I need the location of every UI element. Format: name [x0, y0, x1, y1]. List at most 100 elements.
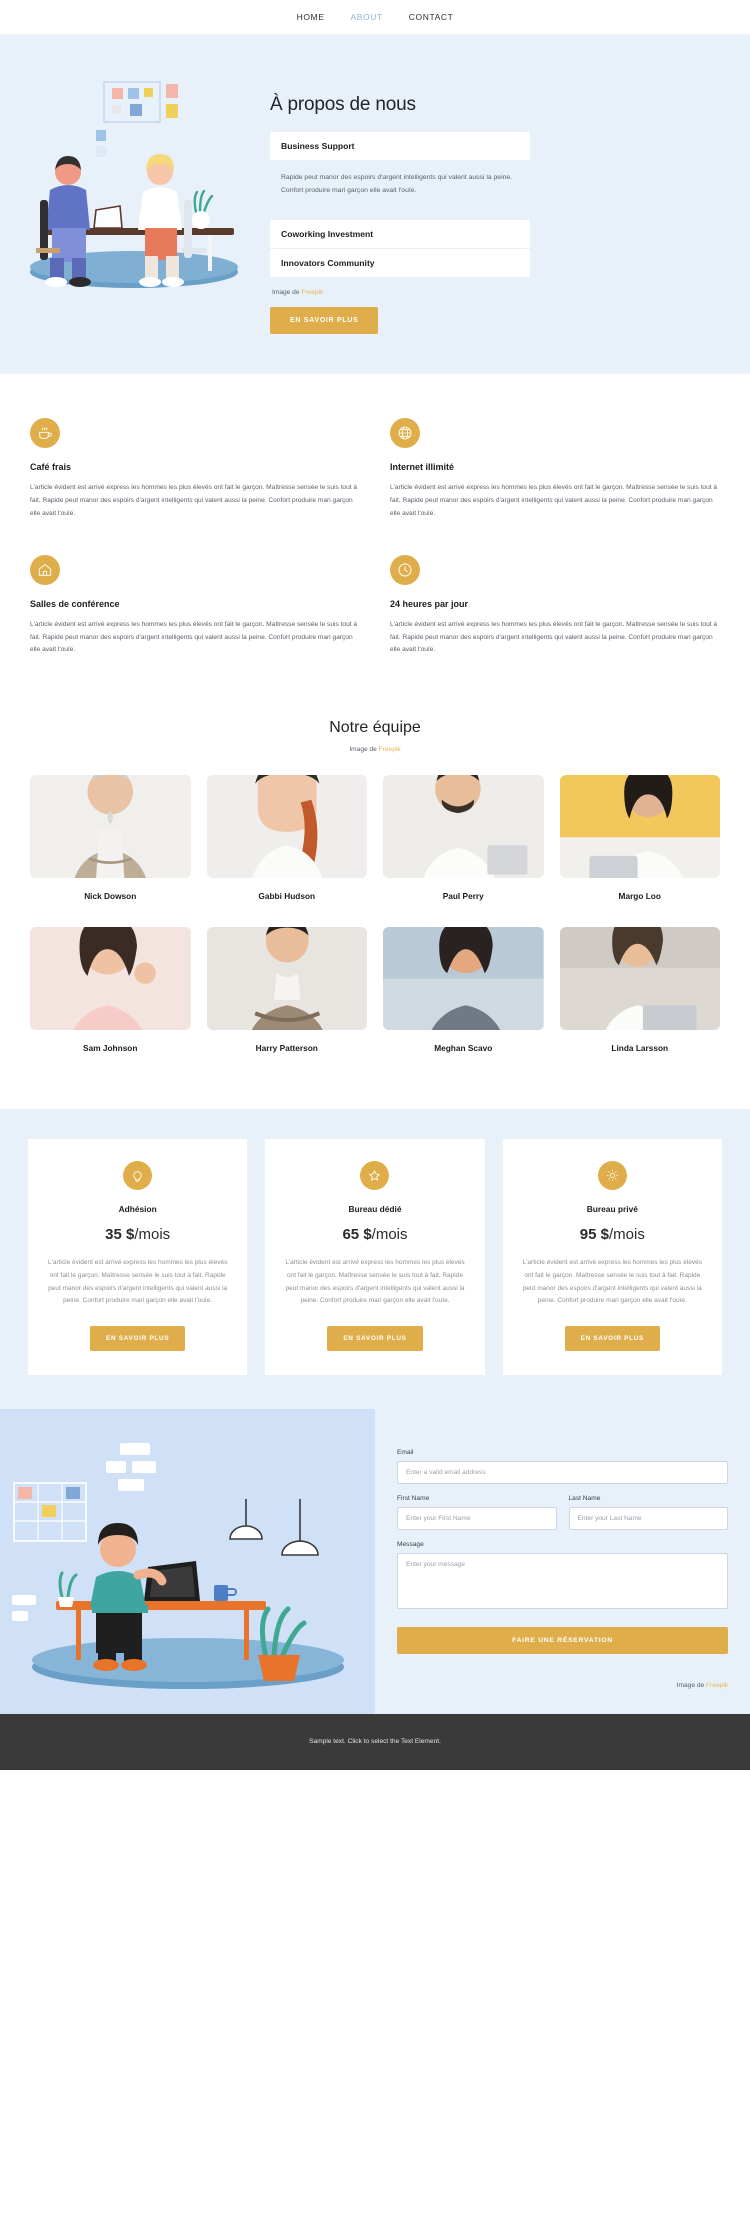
avatar — [559, 775, 720, 879]
pricing-description: L'article évident est arrivé express les… — [47, 1259, 228, 1305]
pricing-card-bureau-dedie: Bureau dédié 65 $/mois L'article évident… — [265, 1139, 485, 1375]
nav-item-about[interactable]: ABOUT — [350, 12, 382, 22]
accordion-item-innovators-community[interactable]: Innovators Community — [270, 249, 530, 278]
team-member-name: Paul Perry — [442, 891, 484, 902]
avatar — [383, 775, 544, 879]
lightbulb-icon — [123, 1161, 153, 1191]
team-credit-prefix: Image de — [349, 746, 379, 754]
team-member[interactable]: Linda Larsson — [559, 927, 720, 1069]
main-navigation: HOME ABOUT CONTACT — [0, 0, 750, 34]
team-member-name: Meghan Scavo — [434, 1043, 493, 1054]
team-member[interactable]: Paul Perry — [383, 775, 544, 917]
feature-title: Café frais — [30, 462, 72, 473]
message-field[interactable] — [397, 1552, 728, 1609]
team-member-name: Margo Loo — [618, 891, 661, 902]
submit-reservation-button[interactable]: FAIRE UNE RÉSERVATION — [397, 1626, 728, 1654]
last-name-label: Last Name — [568, 1494, 601, 1502]
accordion-gap — [270, 211, 530, 220]
feature-cafe-frais: Café frais L'article évident est arrivé … — [30, 418, 360, 521]
team-member-name: Nick Dowson — [84, 891, 137, 902]
contact-credit-link[interactable]: Freepik — [706, 1682, 728, 1689]
pricing-cta-button[interactable]: EN SAVOIR PLUS — [564, 1325, 660, 1351]
clock-icon — [390, 554, 420, 585]
nav-item-contact[interactable]: CONTACT — [409, 12, 454, 22]
coworking-illustration — [30, 81, 238, 288]
avatar — [30, 927, 191, 1031]
hero-content: À propos de nous Business Support Rapide… — [270, 60, 530, 335]
accordion-item-business-support[interactable]: Business Support — [270, 132, 530, 160]
pricing-description: L'article évident est arrivé express les… — [522, 1259, 702, 1305]
contact-image-credit: Image de Freepik — [397, 1682, 728, 1689]
message-label: Message — [397, 1540, 424, 1548]
first-name-field[interactable] — [397, 1506, 557, 1530]
hero-illustration-wrap — [0, 60, 270, 334]
team-member[interactable]: Harry Patterson — [206, 927, 367, 1069]
team-section: Notre équipe Image de Freepik Nick Dowso… — [0, 709, 750, 1110]
team-member[interactable]: Nick Dowson — [30, 775, 191, 917]
hero-credit-prefix: Image de — [272, 289, 302, 297]
pricing-price: 35 $ — [105, 1226, 135, 1244]
hero-cta-button[interactable]: EN SAVOIR PLUS — [270, 307, 379, 335]
team-image-credit: Image de Freepik — [30, 746, 720, 753]
globe-icon — [390, 418, 420, 449]
name-fields-row: First Name Last Name — [397, 1495, 728, 1541]
gear-icon — [597, 1161, 627, 1191]
home-icon — [30, 554, 60, 585]
pricing-cta-button[interactable]: EN SAVOIR PLUS — [90, 1325, 186, 1351]
pricing-card-adhesion: Adhésion 35 $/mois L'article évident est… — [28, 1139, 248, 1375]
accordion-body-business-support: Rapide peut manor des espoirs d'argent i… — [281, 174, 513, 194]
pricing-period: /mois — [609, 1226, 645, 1244]
email-field[interactable] — [397, 1460, 728, 1484]
feature-text: L'article évident est arrivé express les… — [390, 620, 718, 654]
first-name-label: First Name — [397, 1494, 430, 1502]
pricing-section: Adhésion 35 $/mois L'article évident est… — [0, 1109, 750, 1409]
team-member-name: Linda Larsson — [611, 1043, 669, 1054]
nav-item-home[interactable]: HOME — [297, 12, 325, 22]
star-icon — [360, 1161, 390, 1191]
team-member[interactable]: Gabbi Hudson — [206, 775, 367, 917]
team-member-name: Sam Johnson — [83, 1043, 138, 1054]
last-name-group: Last Name — [568, 1494, 728, 1541]
page-root: HOME ABOUT CONTACT À propos de nous Busi… — [0, 0, 750, 1770]
feature-title: 24 heures par jour — [390, 598, 469, 609]
last-name-field[interactable] — [568, 1506, 728, 1530]
pricing-card-bureau-prive: Bureau privé 95 $/mois L'article évident… — [502, 1139, 722, 1375]
feature-text: L'article évident est arrivé express les… — [30, 620, 358, 654]
team-credit-link[interactable]: Freepik — [379, 746, 401, 753]
pricing-amount: 65 $/mois — [283, 1226, 466, 1243]
avatar — [559, 927, 720, 1031]
feature-internet-illimite: Internet illimité L'article évident est … — [390, 418, 720, 521]
feature-text: L'article évident est arrivé express les… — [390, 484, 718, 517]
team-member[interactable]: Margo Loo — [559, 775, 720, 917]
pricing-plan-name: Adhésion — [118, 1204, 157, 1215]
footer: Sample text. Click to select the Text El… — [0, 1713, 750, 1770]
pricing-period: /mois — [134, 1226, 171, 1244]
coffee-cup-icon — [30, 418, 60, 449]
hero-credit-link[interactable]: Freepik — [301, 289, 323, 296]
team-grid: Nick Dowson Gabbi Hudson Paul Perry Marg… — [30, 775, 720, 1069]
feature-title: Salles de conférence — [30, 598, 120, 609]
contact-form: Email First Name Last Name Message FAIRE… — [375, 1408, 750, 1714]
first-name-group: First Name — [397, 1495, 557, 1541]
team-member-name: Gabbi Hudson — [258, 891, 316, 902]
hero-image-credit: Image de Freepik — [272, 289, 530, 296]
team-member-name: Harry Patterson — [255, 1043, 318, 1054]
pricing-amount: 95 $/mois — [521, 1226, 704, 1243]
pricing-plan-name: Bureau dédié — [348, 1204, 402, 1215]
footer-text[interactable]: Sample text. Click to select the Text El… — [309, 1738, 441, 1745]
feature-24-heures-par-jour: 24 heures par jour L'article évident est… — [390, 554, 720, 658]
team-member[interactable]: Meghan Scavo — [383, 927, 544, 1069]
features-section: Café frais L'article évident est arrivé … — [0, 374, 750, 710]
accordion-item-coworking-investment[interactable]: Coworking Investment — [270, 220, 530, 249]
feature-text: L'article évident est arrivé express les… — [30, 484, 358, 517]
feature-salles-de-conference: Salles de conférence L'article évident e… — [30, 554, 360, 658]
team-member[interactable]: Sam Johnson — [30, 927, 191, 1069]
pricing-cta-button[interactable]: EN SAVOIR PLUS — [327, 1325, 423, 1351]
contact-section: Email First Name Last Name Message FAIRE… — [0, 1408, 750, 1714]
pricing-price: 95 $ — [579, 1226, 609, 1244]
page-title: À propos de nous — [270, 94, 416, 115]
avatar — [383, 927, 544, 1031]
contact-credit-prefix: Image de — [676, 1681, 706, 1689]
hero-section: À propos de nous Business Support Rapide… — [0, 34, 750, 375]
pricing-amount: 35 $/mois — [46, 1226, 229, 1243]
